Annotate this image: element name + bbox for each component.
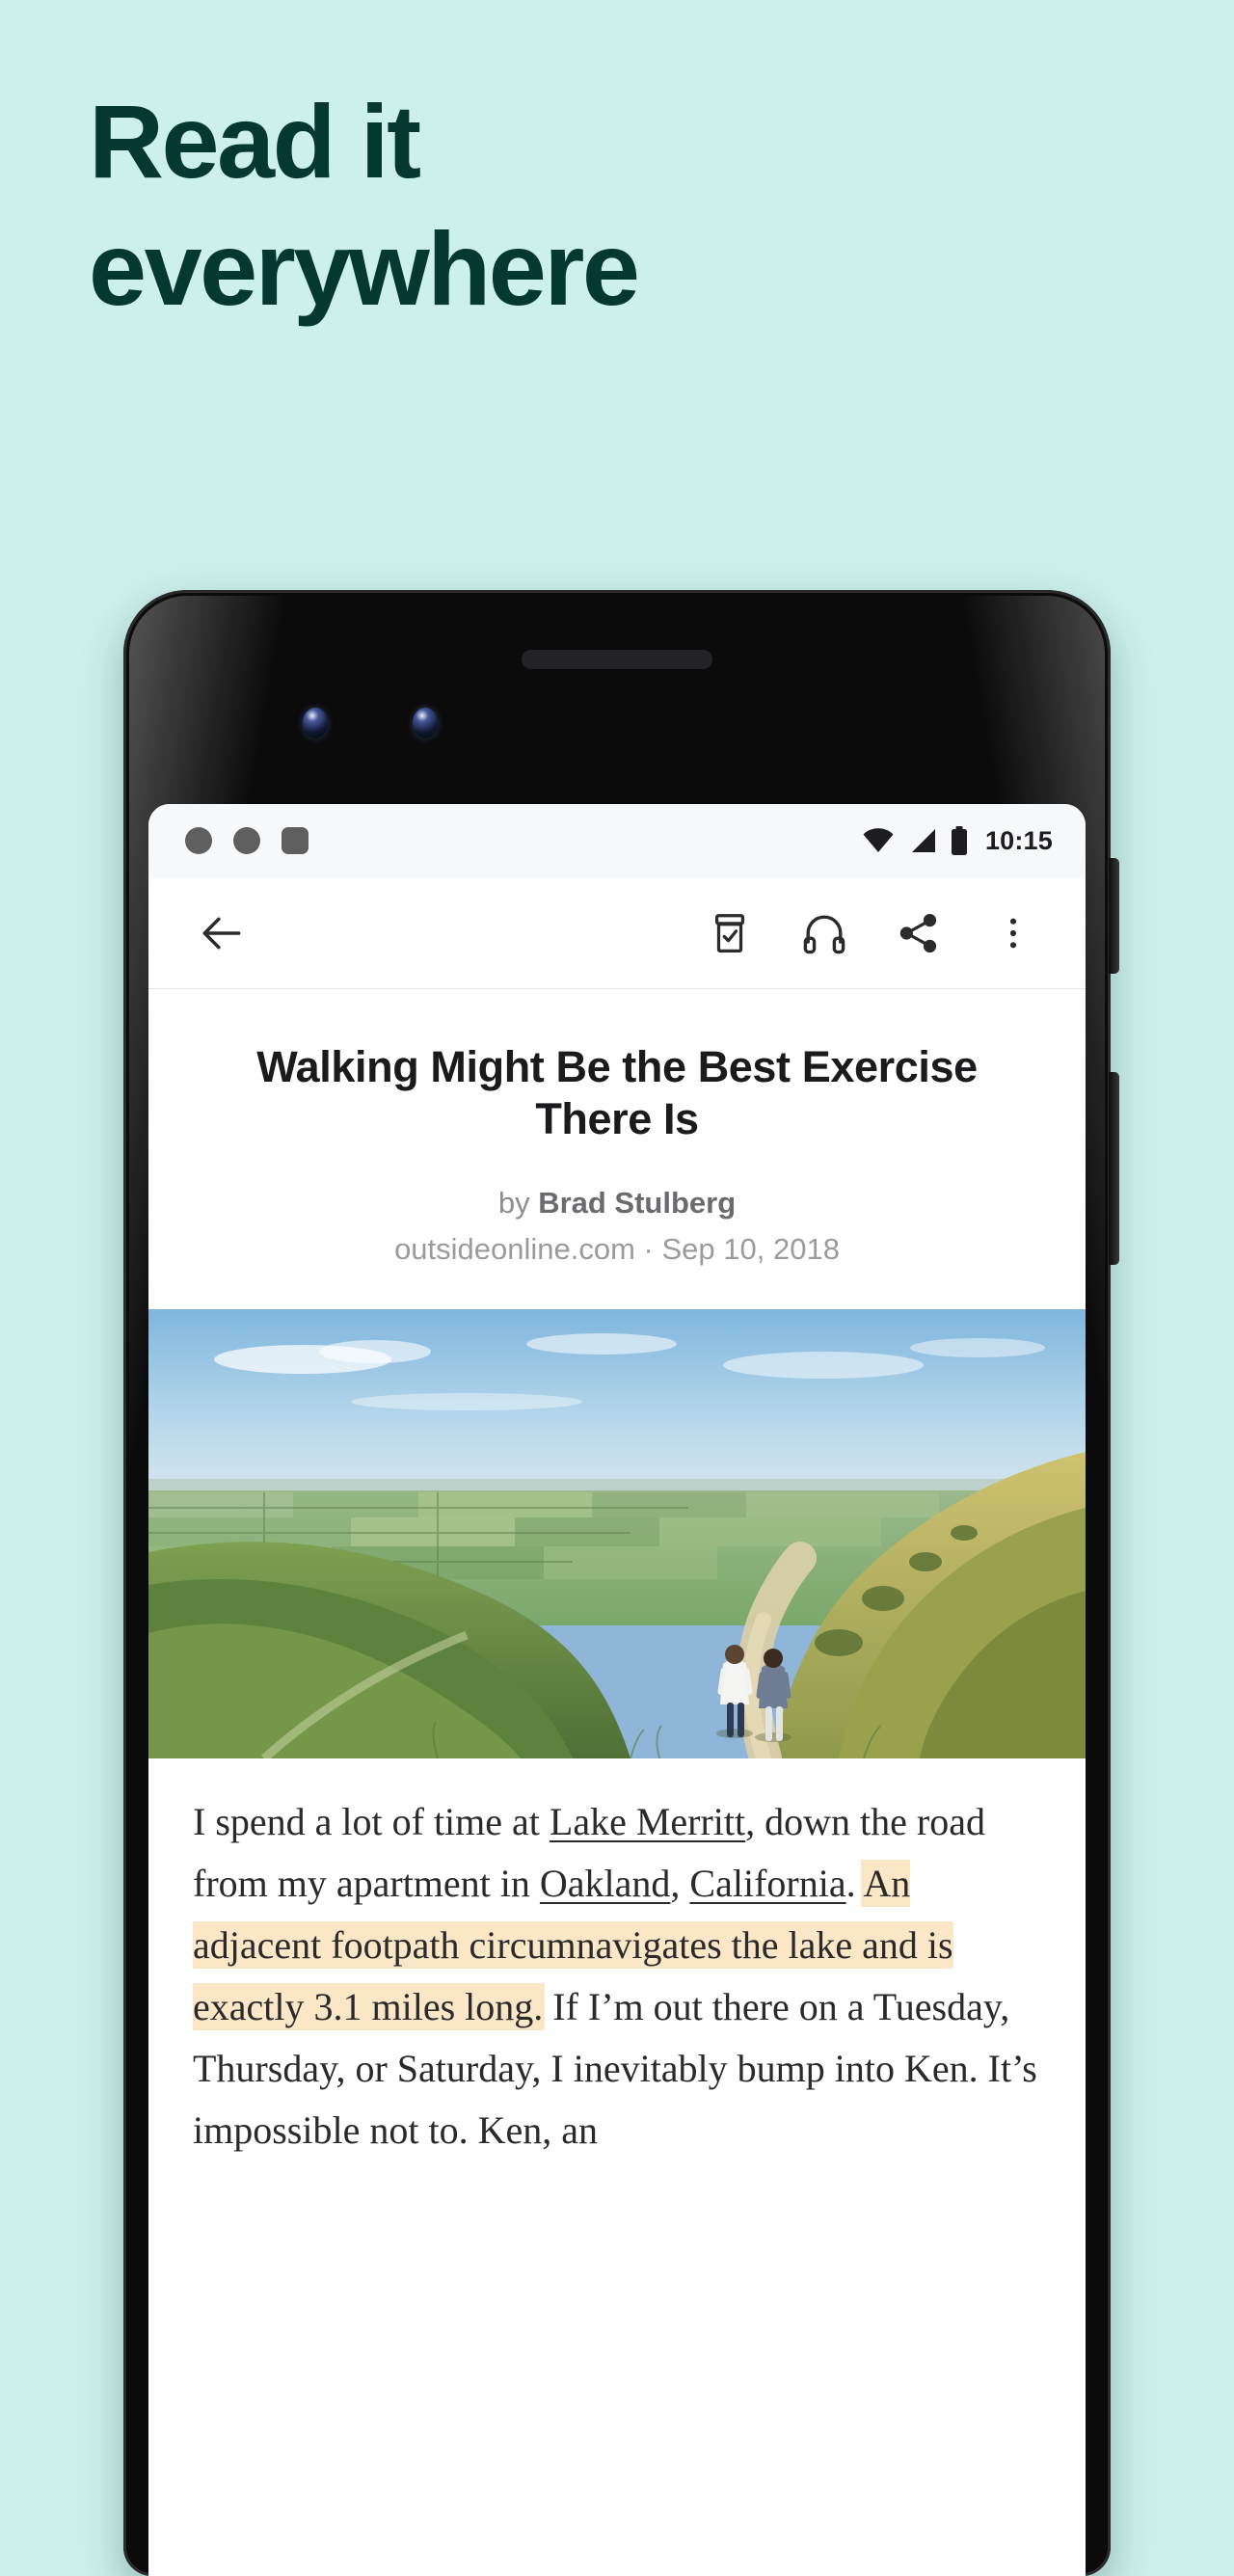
article-source: outsideonline.com · Sep 10, 2018 <box>394 1232 840 1266</box>
circle-dot-icon <box>233 827 260 854</box>
wifi-icon <box>862 828 895 853</box>
front-camera-secondary-icon <box>413 708 438 738</box>
archive-check-icon[interactable] <box>696 899 764 967</box>
circle-dot-icon <box>185 827 212 854</box>
rounded-square-icon <box>282 827 308 854</box>
headline-line-1: Read it <box>89 83 421 200</box>
volume-button[interactable] <box>1109 1072 1119 1265</box>
back-arrow-icon[interactable] <box>189 899 256 967</box>
earpiece-speaker <box>522 650 712 669</box>
status-notification-icons <box>185 827 308 854</box>
headphones-icon[interactable] <box>791 899 858 967</box>
battery-full-icon <box>951 826 968 855</box>
article-paragraph: I spend a lot of time at Lake Merritt, d… <box>193 1791 1041 2161</box>
body-text-4: . <box>845 1862 864 1905</box>
link-lake-merritt[interactable]: Lake Merritt <box>550 1800 745 1843</box>
article-byline: by Brad Stulberg <box>220 1186 1014 1221</box>
link-oakland[interactable]: Oakland <box>540 1862 671 1905</box>
phone-device-mockup: 10:15 Walking Might Be the Best Exercise… <box>123 590 1119 2576</box>
status-bar: 10:15 <box>148 804 1086 877</box>
article-title: Walking Might Be the Best Exercise There… <box>256 1042 978 1143</box>
link-california[interactable]: California <box>689 1862 845 1905</box>
promo-headline: Read it everywhere <box>89 83 1053 328</box>
cell-signal-icon <box>908 828 937 853</box>
power-button[interactable] <box>1109 858 1119 974</box>
app-toolbar <box>148 877 1086 989</box>
phone-screen: 10:15 Walking Might Be the Best Exercise… <box>148 804 1086 2576</box>
article-body: I spend a lot of time at Lake Merritt, d… <box>148 1758 1086 2161</box>
status-clock: 10:15 <box>984 825 1053 855</box>
share-icon[interactable] <box>885 899 952 967</box>
status-system-icons: 10:15 <box>862 826 1053 856</box>
article-header: Walking Might Be the Best Exercise There… <box>148 989 1086 1309</box>
overflow-menu-icon[interactable] <box>979 899 1047 967</box>
headline-line-2: everywhere <box>89 210 640 328</box>
body-text-1: I spend a lot of time at <box>193 1800 550 1843</box>
body-text-3: , <box>670 1862 690 1905</box>
byline-prefix: by <box>497 1186 539 1220</box>
article-hero-image <box>148 1309 1086 1758</box>
article-author: Brad Stulberg <box>538 1186 737 1220</box>
front-camera-icon <box>303 708 328 738</box>
